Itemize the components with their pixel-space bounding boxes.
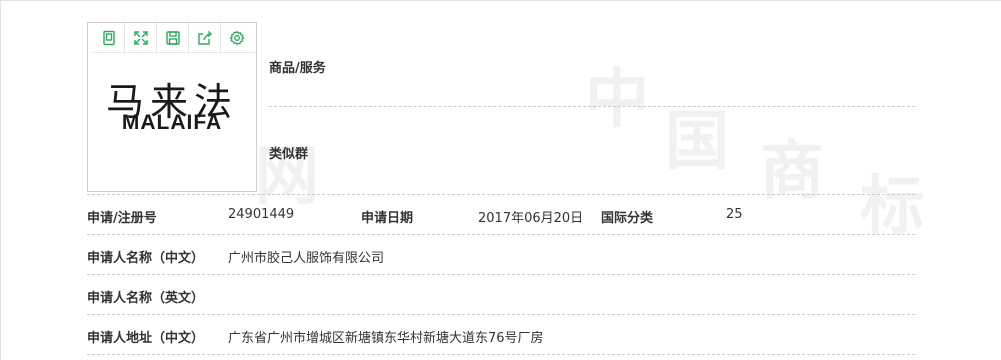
application-date-value: 2017年06月20日 — [478, 211, 584, 226]
divider — [87, 314, 915, 315]
registration-number-value: 24901449 — [228, 207, 295, 222]
document-button[interactable] — [93, 23, 125, 52]
applicant-address-cn-value: 广东省广州市增城区新塘镇东华村新塘大道东76号厂房 — [228, 331, 544, 346]
logo-english-text: MALAIFA — [121, 111, 223, 134]
registration-number-label: 申请/注册号 — [87, 211, 157, 226]
settings-icon — [229, 29, 245, 46]
image-toolbar — [93, 23, 255, 53]
expand-icon — [133, 30, 148, 45]
document-icon — [102, 30, 115, 45]
applicant-address-cn-label: 申请人地址（中文） — [87, 331, 205, 346]
save-button[interactable] — [157, 23, 189, 52]
applicant-name-cn-label: 申请人名称（中文） — [87, 251, 205, 266]
settings-button[interactable] — [221, 23, 253, 52]
left-border — [0, 0, 1, 360]
similar-group-label: 类似群 — [269, 147, 309, 162]
international-class-value: 25 — [726, 207, 743, 222]
applicant-name-cn-value: 广州市胶己人服饰有限公司 — [228, 251, 385, 266]
save-icon — [165, 30, 180, 45]
watermark-char: 国 — [665, 105, 729, 179]
application-date-label: 申请日期 — [361, 211, 414, 226]
watermark-char: 标 — [860, 170, 924, 244]
expand-button[interactable] — [125, 23, 157, 52]
divider — [269, 106, 915, 107]
share-icon — [197, 30, 212, 45]
applicant-name-en-label: 申请人名称（英文） — [87, 291, 205, 306]
trademark-image-card: 马来法 MALAIFA — [87, 22, 257, 192]
divider — [87, 194, 915, 195]
share-button[interactable] — [189, 23, 221, 52]
divider — [87, 274, 915, 275]
divider — [87, 234, 915, 235]
international-class-label: 国际分类 — [601, 211, 654, 226]
watermark-char: 中 — [585, 63, 649, 137]
goods-services-label: 商品/服务 — [269, 61, 326, 76]
divider — [87, 354, 915, 355]
top-border — [0, 0, 1001, 1]
